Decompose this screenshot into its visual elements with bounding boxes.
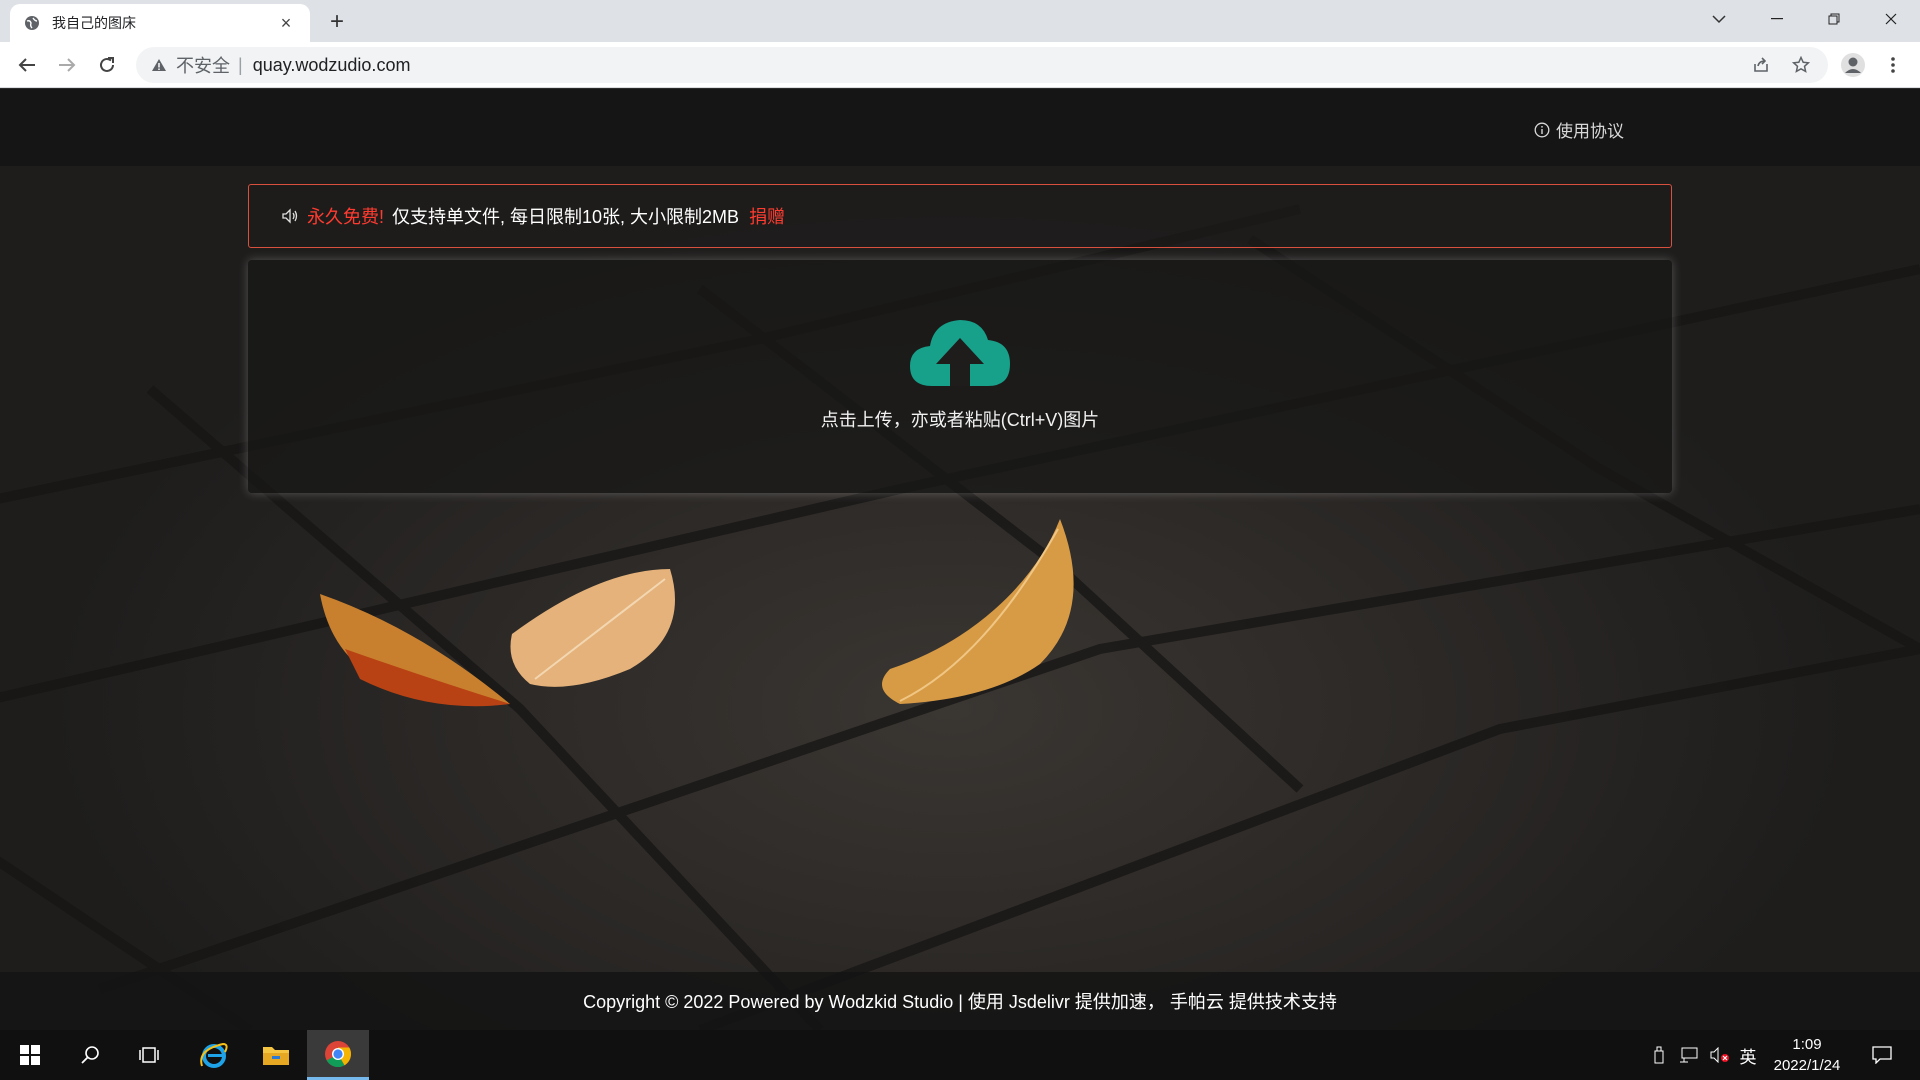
browser-tabstrip: 我自己的图床 × + — [0, 0, 1920, 42]
chrome-icon — [325, 1040, 352, 1067]
site-header: 使用协议 — [0, 89, 1920, 166]
avatar-icon — [1841, 53, 1865, 77]
tab-search-button[interactable] — [1704, 4, 1734, 34]
clock-time: 1:09 — [1792, 1036, 1822, 1053]
browser-toolbar: 不安全 | quay.wodzudio.com — [0, 42, 1920, 88]
share-icon — [1754, 57, 1768, 72]
security-label[interactable]: 不安全 — [176, 52, 230, 78]
minimize-button[interactable] — [1748, 0, 1806, 38]
star-icon — [1792, 56, 1810, 73]
folder-icon — [263, 1047, 289, 1065]
chevron-down-icon — [1712, 15, 1726, 24]
forward-button[interactable] — [52, 50, 82, 80]
footer-text: Copyright © 2022 Powered by Wodzkid Stud… — [583, 992, 1337, 1012]
donate-link[interactable]: 捐赠 — [749, 203, 785, 229]
volume-tray-button[interactable] — [1706, 1030, 1734, 1080]
leaf-middle — [510, 569, 675, 687]
warning-icon[interactable] — [150, 56, 168, 74]
task-view-icon — [139, 1047, 159, 1063]
action-center-button[interactable] — [1862, 1030, 1902, 1080]
taskbar-ie[interactable] — [184, 1030, 244, 1080]
share-button[interactable] — [1746, 47, 1776, 83]
info-icon — [1534, 122, 1550, 138]
usage-agreement-link[interactable]: 使用协议 — [1534, 117, 1624, 142]
site-footer: Copyright © 2022 Powered by Wodzkid Stud… — [0, 972, 1920, 1030]
arrow-right-icon — [59, 58, 76, 72]
speaker-icon — [281, 207, 299, 225]
tab-close-button[interactable]: × — [276, 13, 296, 33]
notification-icon — [1872, 1046, 1892, 1064]
close-icon — [1885, 13, 1897, 25]
leaf-right — [882, 519, 1074, 704]
taskbar-chrome[interactable] — [307, 1030, 369, 1080]
browser-menu-button[interactable] — [1878, 50, 1908, 80]
upload-hint: 点击上传，亦或者粘贴(Ctrl+V)图片 — [820, 410, 1100, 430]
tab-title: 我自己的图床 — [52, 15, 136, 31]
more-vert-icon — [1891, 57, 1895, 73]
url-text[interactable]: quay.wodzudio.com — [253, 55, 411, 76]
reload-button[interactable] — [92, 50, 122, 80]
back-button[interactable] — [12, 50, 42, 80]
start-button[interactable] — [0, 1030, 60, 1080]
reload-icon — [100, 57, 114, 72]
profile-button[interactable] — [1838, 50, 1868, 80]
taskbar-file-explorer[interactable] — [246, 1030, 306, 1080]
search-icon — [81, 1046, 99, 1064]
restore-icon — [1828, 13, 1840, 25]
network-tray-button[interactable] — [1674, 1030, 1704, 1080]
cloud-upload-icon — [910, 320, 1010, 386]
usage-agreement-label: 使用协议 — [1556, 122, 1624, 141]
bookmark-button[interactable] — [1786, 47, 1816, 83]
ime-indicator[interactable]: 英 — [1736, 1030, 1760, 1080]
address-separator: | — [238, 54, 243, 75]
windows-taskbar: 英 1:09 2022/1/24 — [0, 1030, 1920, 1080]
address-bar[interactable]: 不安全 | quay.wodzudio.com — [136, 47, 1828, 83]
restore-button[interactable] — [1805, 0, 1863, 38]
usb-tray-button[interactable] — [1646, 1030, 1672, 1080]
notice-message: 仅支持单文件, 每日限制10张, 大小限制2MB — [392, 207, 740, 227]
upload-dropzone[interactable]: 点击上传，亦或者粘贴(Ctrl+V)图片 — [248, 260, 1672, 493]
leaf-left — [320, 594, 510, 707]
task-view-button[interactable] — [120, 1030, 180, 1080]
arrow-left-icon — [18, 58, 35, 72]
clock-date: 2022/1/24 — [1773, 1057, 1841, 1074]
system-clock[interactable]: 1:09 2022/1/24 — [1764, 1034, 1850, 1076]
windows-icon — [20, 1045, 40, 1065]
network-icon — [1680, 1047, 1698, 1063]
internet-explorer-icon — [200, 1042, 228, 1068]
volume-muted-icon — [1710, 1047, 1729, 1063]
free-label: 永久免费! — [307, 207, 385, 227]
notice-banner: 永久免费! 仅支持单文件, 每日限制10张, 大小限制2MB 捐赠 — [248, 184, 1672, 248]
new-tab-button[interactable]: + — [323, 8, 351, 36]
web-page: 使用协议 永久免费! 仅支持单文件, 每日限制10张, 大小限制2MB 捐赠 点… — [0, 89, 1920, 1030]
globe-icon — [24, 15, 40, 31]
taskbar-search-button[interactable] — [60, 1030, 120, 1080]
usb-icon — [1654, 1046, 1664, 1064]
minimize-icon — [1771, 18, 1783, 20]
window-close-button[interactable] — [1862, 0, 1920, 38]
browser-tab[interactable]: 我自己的图床 × — [10, 4, 310, 42]
